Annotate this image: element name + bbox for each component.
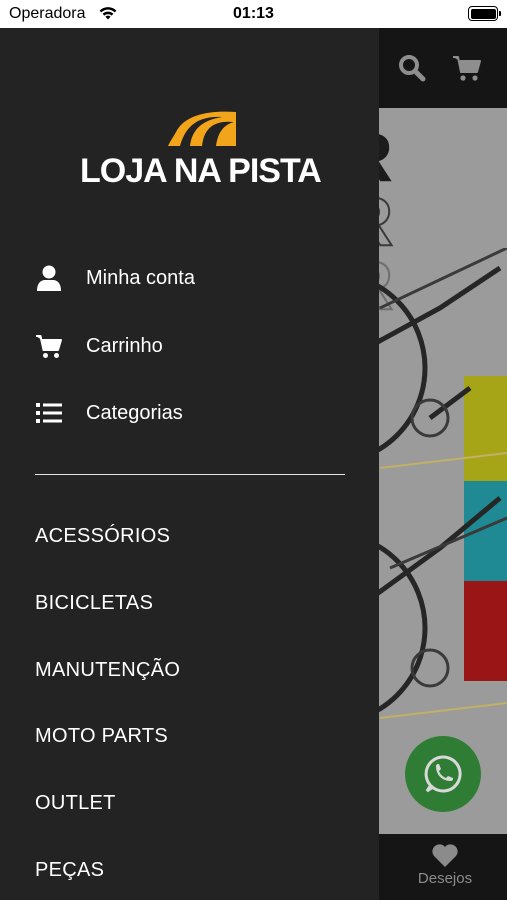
category-label: MANUTENÇÃO — [35, 658, 181, 681]
menu-item-label: Carrinho — [86, 334, 163, 357]
category-label: ACESSÓRIOS — [35, 524, 171, 547]
category-item[interactable]: BICICLETAS — [0, 578, 379, 628]
category-item[interactable]: MANUTENÇÃO — [0, 645, 379, 695]
wishlist-label: Desejos — [417, 870, 473, 887]
logo-mark-icon — [146, 111, 236, 146]
category-item[interactable]: PEÇAS — [0, 845, 379, 895]
user-icon — [34, 263, 64, 293]
category-item[interactable]: MOTO PARTS — [0, 711, 379, 761]
whatsapp-button[interactable] — [405, 736, 481, 812]
tab-wishlist[interactable]: Desejos — [405, 842, 485, 887]
status-bar: Operadora 01:13 — [0, 0, 507, 28]
category-label: PEÇAS — [35, 858, 105, 881]
list-icon — [34, 398, 64, 428]
menu-divider — [35, 474, 345, 475]
category-item[interactable]: OUTLET — [0, 778, 379, 828]
logo-wordmark: LOJA NA PISTA — [80, 152, 322, 190]
category-item[interactable]: ACESSÓRIOS — [0, 511, 379, 561]
whatsapp-icon — [424, 755, 462, 793]
menu-item-label: Categorias — [86, 401, 183, 424]
battery-icon — [468, 6, 501, 21]
navigation-drawer: LOJA NA PISTA Minha conta Carrinho Categ… — [0, 28, 379, 900]
menu-item-label: Minha conta — [86, 266, 195, 289]
brand-logo[interactable]: LOJA NA PISTA — [80, 110, 322, 190]
menu-item-account[interactable]: Minha conta — [0, 250, 379, 306]
search-icon[interactable] — [398, 54, 426, 82]
clock: 01:13 — [233, 5, 274, 22]
category-label: OUTLET — [35, 791, 116, 814]
cart-icon — [34, 331, 64, 361]
category-label: BICICLETAS — [35, 591, 154, 614]
menu-item-cart[interactable]: Carrinho — [0, 318, 379, 374]
category-label: MOTO PARTS — [35, 724, 169, 747]
menu-item-categories[interactable]: Categorias — [0, 385, 379, 441]
header-cart-icon[interactable] — [452, 54, 482, 82]
heart-icon — [432, 844, 458, 867]
